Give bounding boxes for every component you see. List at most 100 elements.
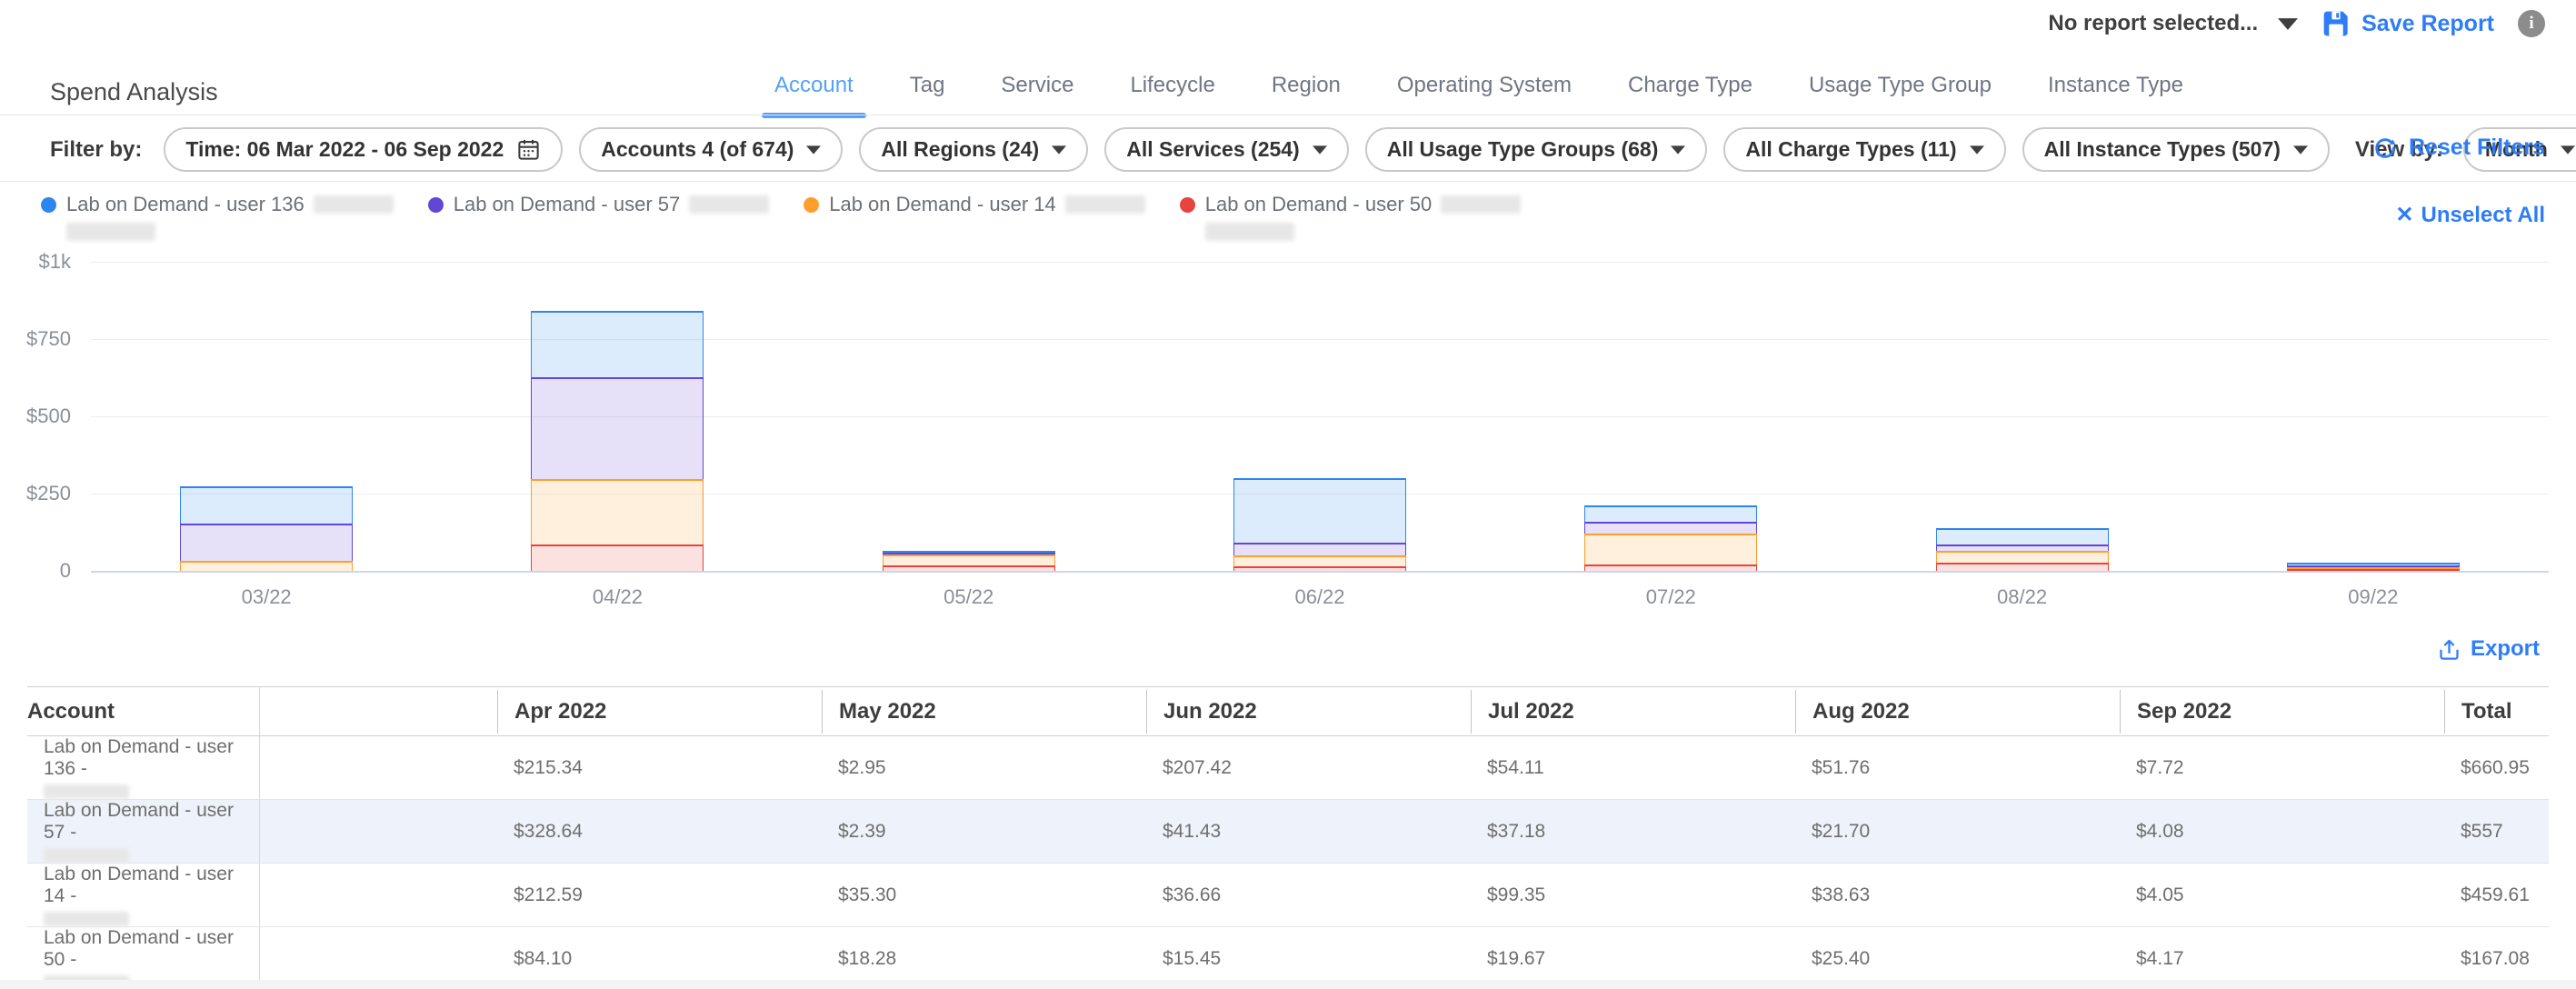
export-label: Export (2471, 636, 2540, 662)
filter-pill-instance-types[interactable]: All Instance Types (507) (2022, 127, 2330, 172)
bar-segment-lab-on-demand-user-50[interactable] (883, 565, 1055, 571)
bar-05-22 (883, 551, 1055, 571)
tab-operating-system[interactable]: Operating System (1397, 73, 1572, 118)
value-cell: $37.18 (1471, 800, 1795, 864)
bar-segment-lab-on-demand-user-50[interactable] (2287, 569, 2460, 571)
legend-item-lab-on-demand-user-57[interactable]: Lab on Demand - user 57 (428, 193, 770, 241)
filter-pills: Time: 06 Mar 2022 - 06 Sep 2022 Accounts … (164, 127, 2330, 172)
tab-account[interactable]: Account (774, 73, 854, 118)
info-icon[interactable] (2518, 10, 2545, 37)
chart-bars (91, 262, 2549, 571)
redacted-text (1205, 223, 1294, 241)
bar-slot (1144, 262, 1495, 571)
legend-dot-icon (428, 197, 444, 213)
bar-segment-lab-on-demand-user-136[interactable] (180, 486, 353, 524)
value-cell: $328.64 (497, 800, 822, 864)
bar-segment-lab-on-demand-user-136[interactable] (1936, 528, 2109, 544)
bar-segment-lab-on-demand-user-57[interactable] (1936, 544, 2109, 551)
redacted-text (44, 848, 129, 863)
column-header-sep-2022: Sep 2022 (2120, 687, 2444, 736)
tab-charge-type[interactable]: Charge Type (1628, 73, 1752, 118)
bar-segment-lab-on-demand-user-57[interactable] (531, 377, 704, 479)
filter-pill-charge-types[interactable]: All Charge Types (11) (1723, 127, 2005, 172)
bar-segment-lab-on-demand-user-50[interactable] (1936, 563, 2109, 571)
bar-segment-lab-on-demand-user-50[interactable] (1584, 564, 1757, 571)
filter-pill-time[interactable]: Time: 06 Mar 2022 - 06 Sep 2022 (164, 127, 563, 172)
chevron-down-icon (1970, 145, 1984, 155)
x-axis-tick: 08/22 (1846, 585, 2197, 609)
account-cell: Lab on Demand - user 136 - (27, 736, 259, 800)
filter-pill-services[interactable]: All Services (254) (1104, 127, 1349, 172)
tab-tag[interactable]: Tag (910, 73, 945, 118)
legend-label: Lab on Demand - user 57 (454, 193, 681, 216)
column-header-may-2022: May 2022 (822, 687, 1146, 736)
tab-region[interactable]: Region (1272, 73, 1341, 118)
report-selector-dropdown[interactable]: No report selected... (2048, 11, 2298, 36)
bar-segment-lab-on-demand-user-50[interactable] (1233, 566, 1406, 571)
bottom-strip (0, 980, 2576, 989)
bar-segment-lab-on-demand-user-57[interactable] (1584, 522, 1757, 534)
value-cell: $4.08 (2120, 800, 2444, 864)
column-header-apr-2022: Apr 2022 (497, 687, 822, 736)
filter-pill-label: All Charge Types (11) (1745, 137, 1956, 162)
legend-item-lab-on-demand-user-50[interactable]: Lab on Demand - user 50 (1180, 193, 1522, 241)
chart-x-axis: 03/2204/2205/2206/2207/2208/2209/22 (91, 585, 2549, 609)
value-cell: $7.72 (2120, 736, 2444, 800)
bar-slot (91, 262, 442, 571)
filter-pill-usage-type-groups[interactable]: All Usage Type Groups (68) (1365, 127, 1708, 172)
chevron-down-icon (2293, 145, 2308, 155)
value-cell: $207.42 (1146, 736, 1471, 800)
tab-service[interactable]: Service (1001, 73, 1073, 118)
bar-segment-lab-on-demand-user-136[interactable] (1584, 505, 1757, 522)
legend-dot-icon (1180, 197, 1195, 213)
legend-label: Lab on Demand - user 136 (66, 193, 305, 216)
legend-item-lab-on-demand-user-14[interactable]: Lab on Demand - user 14 (804, 193, 1145, 241)
legend-item-lab-on-demand-user-136[interactable]: Lab on Demand - user 136 (41, 193, 394, 241)
bar-segment-lab-on-demand-user-136[interactable] (531, 311, 704, 377)
redacted-text (1441, 195, 1521, 214)
value-cell: $36.66 (1146, 864, 1471, 927)
spend-table: AccountApr 2022May 2022Jun 2022Jul 2022A… (27, 686, 2549, 989)
save-report-button[interactable]: Save Report (2321, 9, 2494, 38)
account-name: Lab on Demand - user 14 - (44, 864, 259, 907)
bar-segment-lab-on-demand-user-14[interactable] (180, 561, 353, 571)
filter-pill-label: All Services (254) (1126, 137, 1300, 162)
filter-pill-label: All Regions (24) (881, 137, 1039, 162)
bar-03-22 (180, 486, 353, 571)
redacted-text (44, 912, 129, 926)
filter-pill-label: Accounts 4 (of 674) (601, 137, 794, 162)
reset-filters-label: Reset Filters (2409, 135, 2545, 161)
top-bar: No report selected... Save Report (2048, 9, 2545, 38)
bar-segment-lab-on-demand-user-14[interactable] (1584, 534, 1757, 564)
bar-segment-lab-on-demand-user-57[interactable] (1233, 543, 1406, 555)
bar-segment-lab-on-demand-user-14[interactable] (883, 554, 1055, 565)
filter-pill-regions[interactable]: All Regions (24) (859, 127, 1088, 172)
column-header-aug-2022: Aug 2022 (1795, 687, 2120, 736)
unselect-all-button[interactable]: ✕ Unselect All (2395, 202, 2545, 228)
bar-slot (1495, 262, 1846, 571)
export-button[interactable]: Export (2437, 636, 2540, 662)
value-cell: $459.61 (2444, 864, 2549, 927)
tab-usage-type-group[interactable]: Usage Type Group (1809, 73, 1992, 118)
tab-instance-type[interactable]: Instance Type (2048, 73, 2183, 118)
value-cell: $21.70 (1795, 800, 2120, 864)
legend-dot-icon (41, 197, 56, 213)
bar-segment-lab-on-demand-user-14[interactable] (531, 479, 704, 544)
bar-segment-lab-on-demand-user-14[interactable] (1936, 551, 2109, 563)
reset-filters-button[interactable]: Reset Filters (2372, 135, 2545, 161)
x-axis-tick: 03/22 (91, 585, 442, 609)
x-axis-tick: 07/22 (1495, 585, 1846, 609)
bar-segment-lab-on-demand-user-50[interactable] (531, 544, 704, 571)
bar-segment-lab-on-demand-user-14[interactable] (1233, 555, 1406, 566)
close-icon: ✕ (2395, 202, 2413, 228)
spend-chart: $1k$750$500$2500 03/2204/2205/2206/2207/… (0, 245, 2576, 627)
value-cell: $212.59 (497, 864, 822, 927)
value-cell: $557 (2444, 800, 2549, 864)
report-selector-label: No report selected... (2048, 11, 2258, 36)
x-axis-line (91, 571, 2549, 573)
filter-pill-accounts[interactable]: Accounts 4 (of 674) (579, 127, 843, 172)
tab-lifecycle[interactable]: Lifecycle (1130, 73, 1214, 118)
bar-segment-lab-on-demand-user-136[interactable] (1233, 478, 1406, 543)
redacted-text (314, 195, 394, 214)
bar-segment-lab-on-demand-user-57[interactable] (180, 524, 353, 561)
